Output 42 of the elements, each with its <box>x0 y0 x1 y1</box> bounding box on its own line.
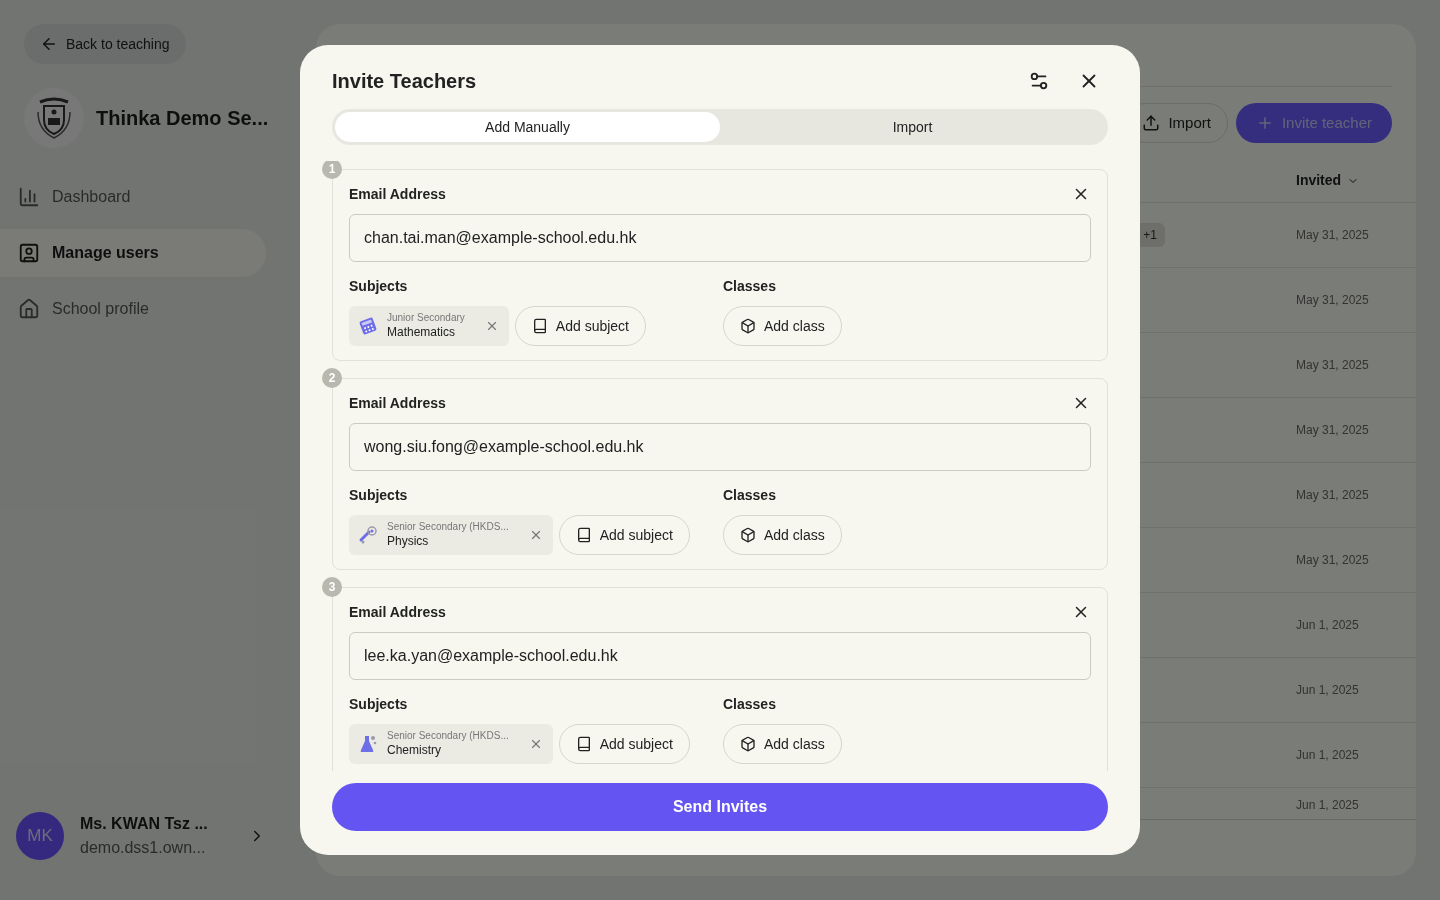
back-button[interactable]: Back to teaching <box>24 24 186 64</box>
field-label: Subjects <box>349 487 408 503</box>
field-label: Email Address <box>349 603 446 622</box>
table-cell-text: May 31, 2025 <box>1296 487 1370 504</box>
entry-number: 2 <box>322 368 342 388</box>
tab[interactable]: Import <box>720 112 1105 142</box>
table-cell-text: Jun 1, 2025 <box>1296 797 1360 814</box>
user-avatar: MK <box>16 812 64 860</box>
table-cell-text: Jun 1, 2025 <box>1296 682 1360 699</box>
table-cell-text: May 31, 2025 <box>1296 227 1370 244</box>
field-label: Classes <box>723 487 776 503</box>
entry-number: 3 <box>322 577 342 597</box>
field-label: Email Address <box>349 394 446 413</box>
subject-name: Mathematics <box>387 324 457 340</box>
field-label: Subjects <box>349 278 408 294</box>
send-invites-button[interactable]: Send Invites <box>332 783 1108 831</box>
column-header[interactable]: Invited <box>1296 170 1416 191</box>
school-name: Thinka Demo Se... <box>96 106 269 131</box>
entry-number: 1 <box>322 161 342 179</box>
email-field[interactable]: wong.siu.fong@example-school.edu.hk <box>349 423 1091 471</box>
table-cell-text: May 31, 2025 <box>1296 552 1370 569</box>
nav-item[interactable]: Manage users <box>0 229 266 277</box>
table-cell-text: May 31, 2025 <box>1296 422 1370 439</box>
table-cell-text: May 31, 2025 <box>1296 357 1370 374</box>
field-label: Email Address <box>349 185 446 204</box>
tab[interactable]: Add Manually <box>335 112 720 142</box>
subject-level: Senior Secondary (HKDS... <box>387 521 509 534</box>
table-cell-text: Jun 1, 2025 <box>1296 617 1360 634</box>
subject-name: Physics <box>387 533 430 549</box>
table-cell-text: May 31, 2025 <box>1296 292 1370 309</box>
table-cell-text: Jun 1, 2025 <box>1296 747 1360 764</box>
subject-level: Senior Secondary (HKDS... <box>387 730 509 743</box>
field-label: Subjects <box>349 696 408 712</box>
email-field[interactable]: chan.tai.man@example-school.edu.hk <box>349 214 1091 262</box>
subject-level: Junior Secondary <box>387 312 465 325</box>
user-name: Ms. KWAN Tsz ... <box>80 814 208 834</box>
email-field[interactable]: lee.ka.yan@example-school.edu.hk <box>349 632 1091 680</box>
field-label: Classes <box>723 278 776 294</box>
user-email: demo.dss1.own... <box>80 838 207 858</box>
field-label: Classes <box>723 696 776 712</box>
dialog-title: Invite Teachers <box>332 69 477 94</box>
subject-name: Chemistry <box>387 742 442 758</box>
